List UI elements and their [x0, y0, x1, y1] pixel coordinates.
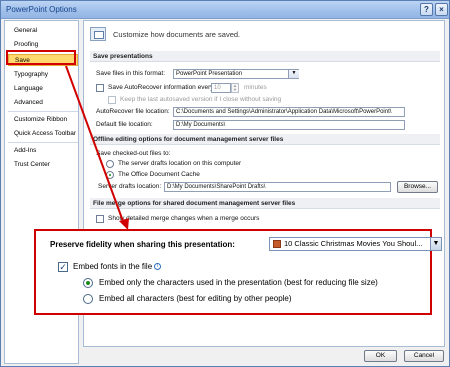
chevron-down-icon[interactable]: ▼ — [430, 237, 442, 251]
sidebar-item-customize-ribbon[interactable]: Customize Ribbon — [8, 114, 78, 126]
autorecover-location-label: AutoRecover file location: — [96, 108, 170, 115]
sidebar-item-general[interactable]: General — [8, 25, 78, 37]
cancel-button[interactable]: Cancel — [404, 350, 444, 362]
info-icon: i — [154, 263, 162, 271]
title-bar: PowerPoint Options ? × — [1, 1, 449, 19]
embed-only-used-label: Embed only the characters used in the pr… — [99, 278, 378, 287]
window-title: PowerPoint Options — [6, 5, 77, 14]
autorecover-location-input[interactable]: C:\Documents and Settings\Administrator\… — [173, 107, 405, 117]
autorecover-label: Save AutoRecover information every — [108, 84, 214, 91]
embed-fonts-row: Embed fonts in the file i — [73, 262, 162, 271]
browse-button[interactable]: Browse... — [397, 181, 438, 193]
ok-button[interactable]: OK — [364, 350, 397, 362]
sidebar-item-add-ins[interactable]: Add-Ins — [8, 145, 78, 157]
sidebar-item-typography[interactable]: Typography — [8, 69, 78, 81]
sidebar-item-language[interactable]: Language — [8, 83, 78, 95]
radio-office-cache-label: The Office Document Cache — [118, 171, 200, 178]
save-highlight-box — [6, 50, 76, 65]
save-settings-icon — [90, 27, 106, 41]
keep-last-autosaved-checkbox[interactable] — [108, 96, 116, 104]
presentation-file-icon — [273, 240, 281, 248]
radio-embed-only-used[interactable] — [83, 278, 93, 288]
minutes-label: minutes — [244, 84, 267, 91]
page-title: Customize how documents are saved. — [113, 30, 241, 39]
section-save-presentations: Save presentations — [90, 51, 440, 62]
default-location-label: Default file location: — [96, 121, 153, 128]
show-merge-changes-checkbox[interactable] — [96, 215, 104, 223]
autorecover-checkbox[interactable] — [96, 84, 104, 92]
sidebar-item-trust-center[interactable]: Trust Center — [8, 159, 78, 171]
server-drafts-input[interactable]: D:\My Documents\SharePoint Drafts\ — [164, 182, 391, 192]
sidebar-divider — [8, 111, 78, 112]
autorecover-minutes-input[interactable]: 10 — [211, 83, 231, 93]
keep-last-autosaved-label: Keep the last autosaved version if I clo… — [120, 96, 282, 103]
help-button[interactable]: ? — [420, 3, 433, 16]
fidelity-callout: Preserve fidelity when sharing this pres… — [34, 229, 442, 315]
sidebar-divider — [8, 142, 78, 143]
radio-server-drafts-label: The server drafts location on this compu… — [118, 160, 242, 167]
embed-fonts-label: Embed fonts in the file — [73, 262, 153, 271]
sidebar-item-quick-access-toolbar[interactable]: Quick Access Toolbar — [8, 128, 78, 140]
save-format-label: Save files in this format: — [96, 70, 165, 77]
fidelity-selected-file: 10 Classic Christmas Movies You Shoul... — [284, 239, 423, 248]
save-format-dropdown[interactable]: PowerPoint Presentation — [173, 69, 299, 79]
chevron-down-icon[interactable]: ▼ — [288, 70, 299, 78]
fidelity-label: Preserve fidelity when sharing this pres… — [50, 240, 235, 249]
fidelity-presentation-dropdown[interactable]: 10 Classic Christmas Movies You Shoul... — [269, 237, 442, 251]
show-merge-changes-label: Show detailed merge changes when a merge… — [108, 215, 260, 222]
radio-server-drafts[interactable] — [106, 160, 114, 168]
save-checked-out-label: Save checked-out files to: — [96, 150, 171, 157]
default-location-input[interactable]: D:\My Documents\ — [173, 120, 405, 130]
minutes-spinner[interactable]: ▲ ▼ — [231, 83, 239, 93]
section-file-merge: File merge options for shared document m… — [90, 198, 440, 209]
server-drafts-label: Server drafts location: — [98, 183, 162, 190]
embed-fonts-checkbox[interactable]: ✓ — [58, 262, 68, 272]
close-button[interactable]: × — [435, 3, 448, 16]
radio-embed-all[interactable] — [83, 294, 93, 304]
embed-all-label: Embed all characters (best for editing b… — [99, 294, 292, 303]
section-offline-editing: Offline editing options for document man… — [90, 134, 440, 145]
radio-office-cache[interactable] — [106, 171, 114, 179]
sidebar-item-advanced[interactable]: Advanced — [8, 97, 78, 109]
